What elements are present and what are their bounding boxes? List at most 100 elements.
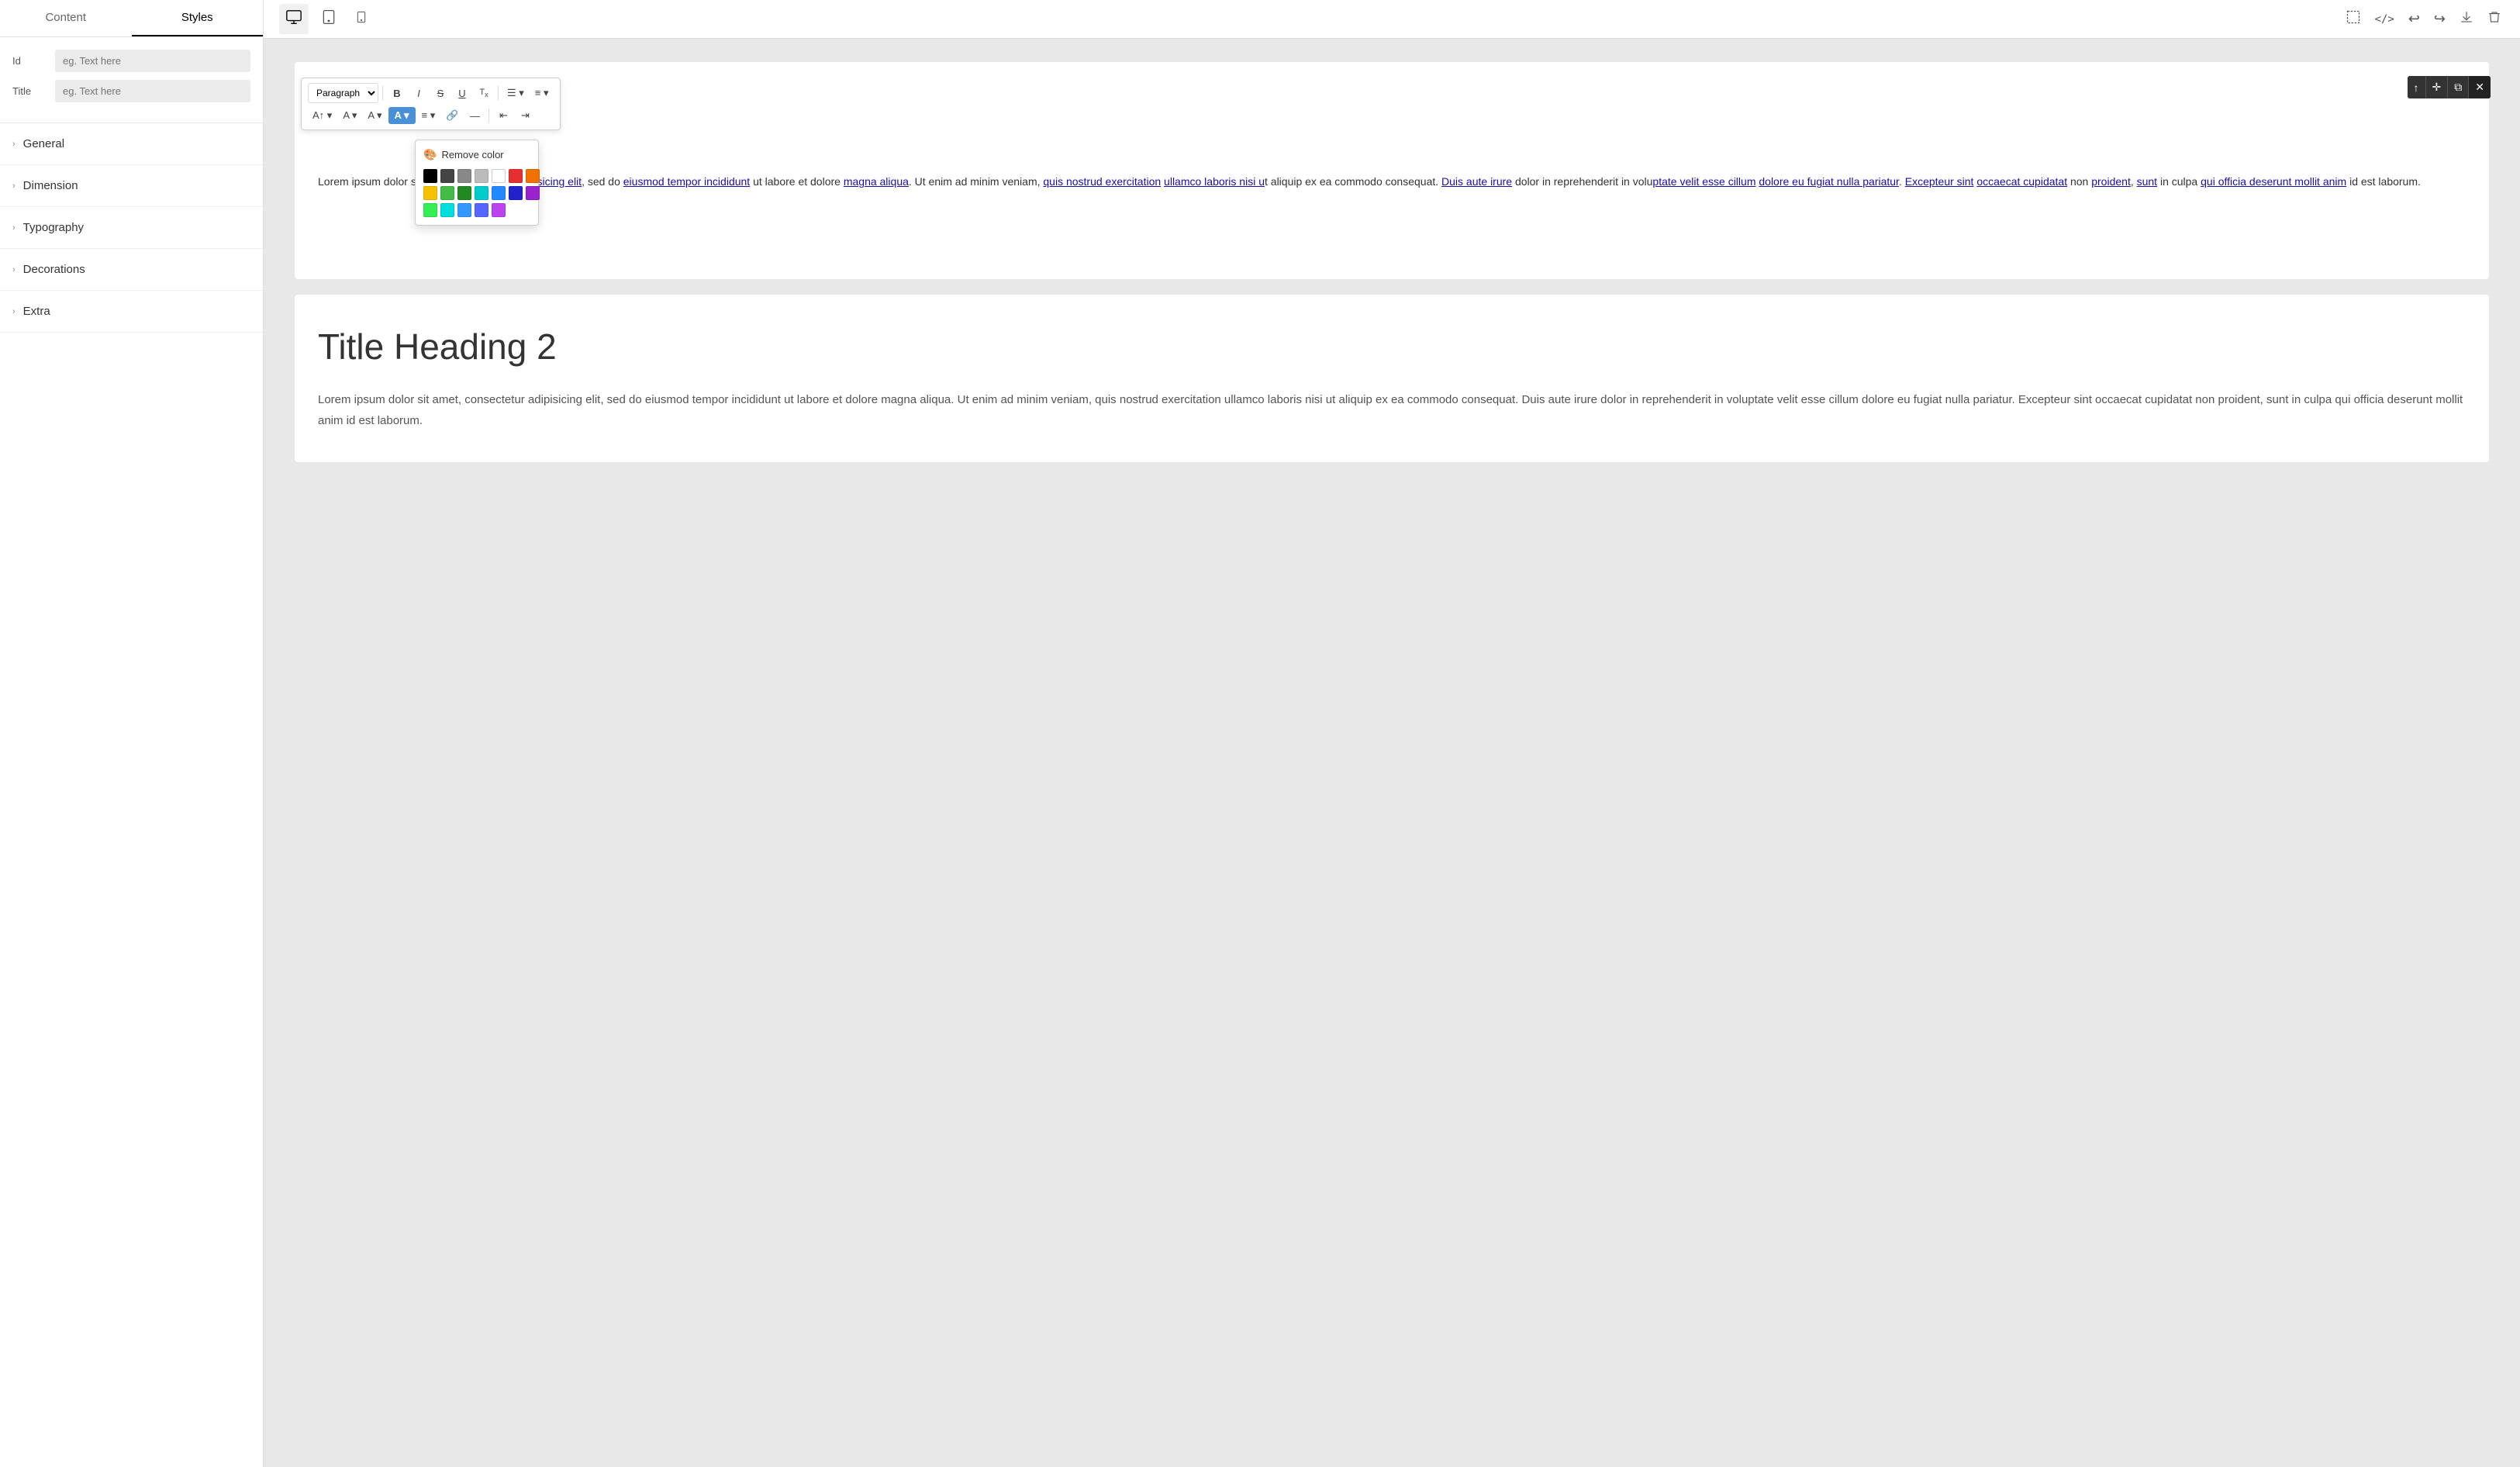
outdent-btn[interactable]: ⇤ (493, 106, 513, 125)
editor-body-text: Lorem ipsum dolor sit amet, consectetur … (318, 173, 2466, 192)
remove-color-icon: 🎨 (423, 148, 437, 161)
chevron-icon: › (12, 223, 16, 233)
code-btn[interactable]: </> (2372, 10, 2397, 29)
toolbar-row-1: Paragraph B I S U Tx ☰ ▾ ≡ ▾ (308, 83, 554, 103)
title-input[interactable] (55, 80, 250, 102)
remove-color-label: Remove color (441, 149, 503, 161)
color-swatch-indigo[interactable] (475, 203, 488, 217)
device-desktop-btn[interactable] (279, 4, 309, 34)
highlight-btn[interactable]: A ▾ (388, 107, 416, 124)
color-swatch-black[interactable] (423, 169, 437, 183)
editor-title-placeholder: Title Heading... (318, 85, 2466, 119)
color-swatch-yellow[interactable] (423, 186, 437, 200)
bold-btn[interactable]: B (387, 85, 407, 102)
editor-block-1: Title Heading... Paragraph B I S U Tx ☰ … (295, 62, 2489, 279)
color-swatch-orange[interactable] (526, 169, 540, 183)
color-swatch-cyan[interactable] (475, 186, 488, 200)
section-label: Decorations (23, 263, 85, 276)
float-up-btn[interactable]: ↑ (2408, 76, 2426, 98)
device-tablet-btn[interactable] (315, 5, 343, 33)
sidebar-item-decorations[interactable]: › Decorations (0, 249, 263, 291)
redo-btn[interactable]: ↪ (2431, 8, 2449, 30)
color-swatch-darkgray[interactable] (440, 169, 454, 183)
color-swatch-purple[interactable] (526, 186, 540, 200)
toolbar-row-2: A↑ ▾ A ▾ A ▾ A ▾ ≡ ▾ 🔗 — ⇤ ⇥ (308, 106, 554, 125)
ordered-list-btn[interactable]: ≡ ▾ (530, 84, 554, 102)
selection-icon-btn[interactable] (2342, 6, 2364, 32)
device-mobile-btn[interactable] (349, 5, 374, 33)
color-swatch-white[interactable] (492, 169, 506, 183)
indent-btn[interactable]: ⇥ (515, 106, 535, 125)
color-swatch-green[interactable] (440, 186, 454, 200)
float-copy-btn[interactable]: ⧉ (2448, 76, 2469, 98)
strike-btn[interactable]: S (430, 85, 450, 102)
id-input[interactable] (55, 50, 250, 72)
chevron-icon: › (12, 307, 16, 316)
color-grid (423, 169, 530, 217)
font-family-btn[interactable]: A ▾ (338, 106, 361, 125)
color-picker-popup: 🎨 Remove color (415, 140, 539, 226)
topbar: </> ↩ ↪ (264, 0, 2520, 39)
sidebar-tabs: Content Styles (0, 0, 263, 37)
download-btn[interactable] (2456, 7, 2477, 31)
font-color-btn[interactable]: A ▾ (363, 106, 386, 125)
chevron-icon: › (12, 140, 16, 149)
section-label: Extra (23, 305, 50, 318)
topbar-left (279, 4, 374, 34)
font-size-btn[interactable]: A↑ ▾ (308, 106, 337, 125)
italic-btn[interactable]: I (409, 85, 429, 102)
float-delete-btn[interactable]: ✕ (2469, 76, 2491, 98)
color-swatch-red[interactable] (509, 169, 523, 183)
remove-color-btn[interactable]: 🎨 Remove color (423, 148, 530, 161)
editor-toolbar: Paragraph B I S U Tx ☰ ▾ ≡ ▾ A↑ ▾ A ▾ A … (301, 78, 561, 130)
paragraph-select[interactable]: Paragraph (308, 83, 378, 103)
section-label: Dimension (23, 179, 78, 192)
id-field-row: Id (12, 50, 250, 72)
script-btn[interactable]: Tx (474, 85, 494, 102)
sidebar-item-typography[interactable]: › Typography (0, 207, 263, 249)
chevron-icon: › (12, 181, 16, 191)
color-swatch-lightgreen[interactable] (423, 203, 437, 217)
color-swatch-gray[interactable] (457, 169, 471, 183)
heading-2-title: Title Heading 2 (318, 326, 2466, 368)
tab-styles[interactable]: Styles (132, 0, 264, 36)
tab-content[interactable]: Content (0, 0, 132, 36)
main-content: </> ↩ ↪ Title Heading... Paragraph (264, 0, 2520, 1467)
color-swatch-teal[interactable] (440, 203, 454, 217)
hr-btn[interactable]: — (464, 107, 485, 125)
link-btn[interactable]: 🔗 (441, 106, 463, 125)
section-label: Typography (23, 221, 84, 234)
list-btn[interactable]: ☰ ▾ (502, 84, 529, 102)
color-swatch-darkblue[interactable] (509, 186, 523, 200)
color-swatch-violet[interactable] (492, 203, 506, 217)
chevron-icon: › (12, 265, 16, 274)
color-swatch-lightgray[interactable] (475, 169, 488, 183)
underline-btn[interactable]: U (452, 85, 472, 102)
editor-body-text-content: Lorem ipsum dolor sit amet, consectetur … (318, 175, 2421, 188)
heading-block-2: Title Heading 2 Lorem ipsum dolor sit am… (295, 295, 2489, 462)
sidebar: Content Styles Id Title › General › Dimensi… (0, 0, 264, 1467)
toolbar-divider-1 (382, 86, 383, 100)
sidebar-fields: Id Title (0, 37, 263, 123)
canvas-area: Title Heading... Paragraph B I S U Tx ☰ … (264, 39, 2520, 1467)
sidebar-item-dimension[interactable]: › Dimension (0, 165, 263, 207)
sidebar-item-extra[interactable]: › Extra (0, 291, 263, 333)
undo-btn[interactable]: ↩ (2405, 8, 2423, 30)
float-controls: ↑ ✛ ⧉ ✕ (2408, 76, 2491, 98)
align-btn[interactable]: ≡ ▾ (417, 106, 440, 125)
title-field-row: Title (12, 80, 250, 102)
id-label: Id (12, 55, 55, 67)
title-label: Title (12, 85, 55, 97)
topbar-right: </> ↩ ↪ (2342, 6, 2504, 32)
sections-list: › General › Dimension › Typography › Decoration… (0, 123, 263, 333)
section-label: General (23, 137, 64, 150)
sidebar-item-general[interactable]: › General (0, 123, 263, 165)
color-swatch-darkgreen[interactable] (457, 186, 471, 200)
heading-2-body: Lorem ipsum dolor sit amet, consectetur … (318, 389, 2466, 431)
color-swatch-skyblue[interactable] (457, 203, 471, 217)
color-swatch-blue[interactable] (492, 186, 506, 200)
float-move-btn[interactable]: ✛ (2426, 76, 2449, 98)
delete-btn[interactable] (2484, 7, 2504, 31)
toolbar-divider-3 (488, 109, 489, 123)
toolbar-divider-2 (498, 86, 499, 100)
